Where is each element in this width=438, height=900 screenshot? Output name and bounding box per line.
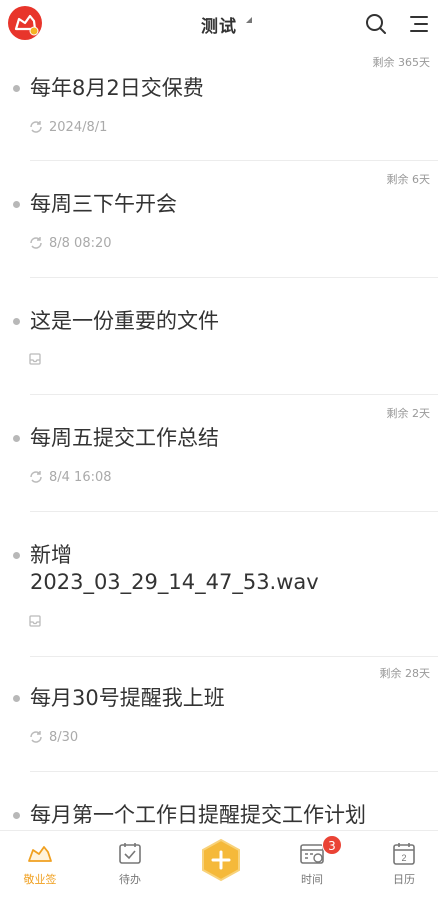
bottom-tab-bar: 敬业签 待办 时间 3 2 日历 [0,830,438,900]
remaining-days: 剩余 2天 [386,407,431,420]
calendar-day: 2 [401,853,406,863]
item-title: 每月30号提醒我上班 [30,686,225,710]
item-date: 8/4 16:08 [49,469,112,485]
list-item[interactable]: 剩余 6天 每周三下午开会 8/8 08:20 [0,161,438,278]
todo-icon [119,843,141,864]
add-button[interactable] [199,838,243,882]
tab-label: 日历 [393,873,415,886]
remaining-days: 剩余 365天 [372,56,431,69]
note-icon [28,846,52,862]
bullet-icon [13,812,20,819]
remaining-days: 剩余 28天 [379,667,431,680]
page-title[interactable]: 测试 [201,17,237,37]
item-title: 每周三下午开会 [30,192,177,216]
bullet-icon [13,552,20,559]
item-title: 每年8月2日交保费 [30,76,204,100]
tab-todo[interactable]: 待办 [90,831,170,900]
note-list: 剩余 365天 每年8月2日交保费 2024/8/1 剩余 6天 每周三下午开会… [0,50,438,830]
tab-label: 待办 [119,873,141,886]
repeat-icon [30,471,42,483]
bullet-icon [13,201,20,208]
list-item[interactable]: 剩余 28天 每月30号提醒我上班 8/30 [0,657,438,772]
item-title: 新增 [30,543,72,567]
bullet-icon [13,435,20,442]
notification-badge: 3 [322,835,342,855]
tab-calendar[interactable]: 2 日历 [364,831,438,900]
bullet-icon [13,85,20,92]
repeat-icon [30,731,42,743]
list-item[interactable]: 剩余 365天 每年8月2日交保费 2024/8/1 [0,50,438,161]
list-item[interactable]: 剩余 2天 每周五提交工作总结 8/4 16:08 [0,395,438,512]
inbox-icon [29,353,41,365]
item-date: 8/8 08:20 [49,235,112,251]
item-date: 8/30 [49,729,79,745]
item-date: 2024/8/1 [49,119,108,135]
tab-notes[interactable]: 敬业签 [0,831,80,900]
list-item[interactable]: 新增 2023_03_29_14_47_53.wav [0,512,438,657]
item-title: 每周五提交工作总结 [30,426,219,450]
item-title-line2: 2023_03_29_14_47_53.wav [30,570,319,594]
calendar-icon: 2 [393,843,415,865]
top-bar: 测试 [0,0,438,50]
item-title: 每月第一个工作日提醒提交工作计划 [30,803,366,827]
repeat-icon [30,121,42,133]
search-icon[interactable] [364,12,388,36]
repeat-icon [30,237,42,249]
list-item[interactable]: 这是一份重要的文件 [0,278,438,395]
list-item[interactable]: 每月第一个工作日提醒提交工作计划 [0,772,438,830]
remaining-days: 剩余 6天 [386,173,431,186]
bullet-icon [13,318,20,325]
bullet-icon [13,695,20,702]
tab-label: 时间 [301,873,323,886]
tab-label: 敬业签 [23,873,57,886]
menu-icon[interactable] [408,13,430,35]
inbox-icon [29,615,41,627]
item-title: 这是一份重要的文件 [30,309,219,333]
caret-down-icon[interactable] [246,17,252,23]
